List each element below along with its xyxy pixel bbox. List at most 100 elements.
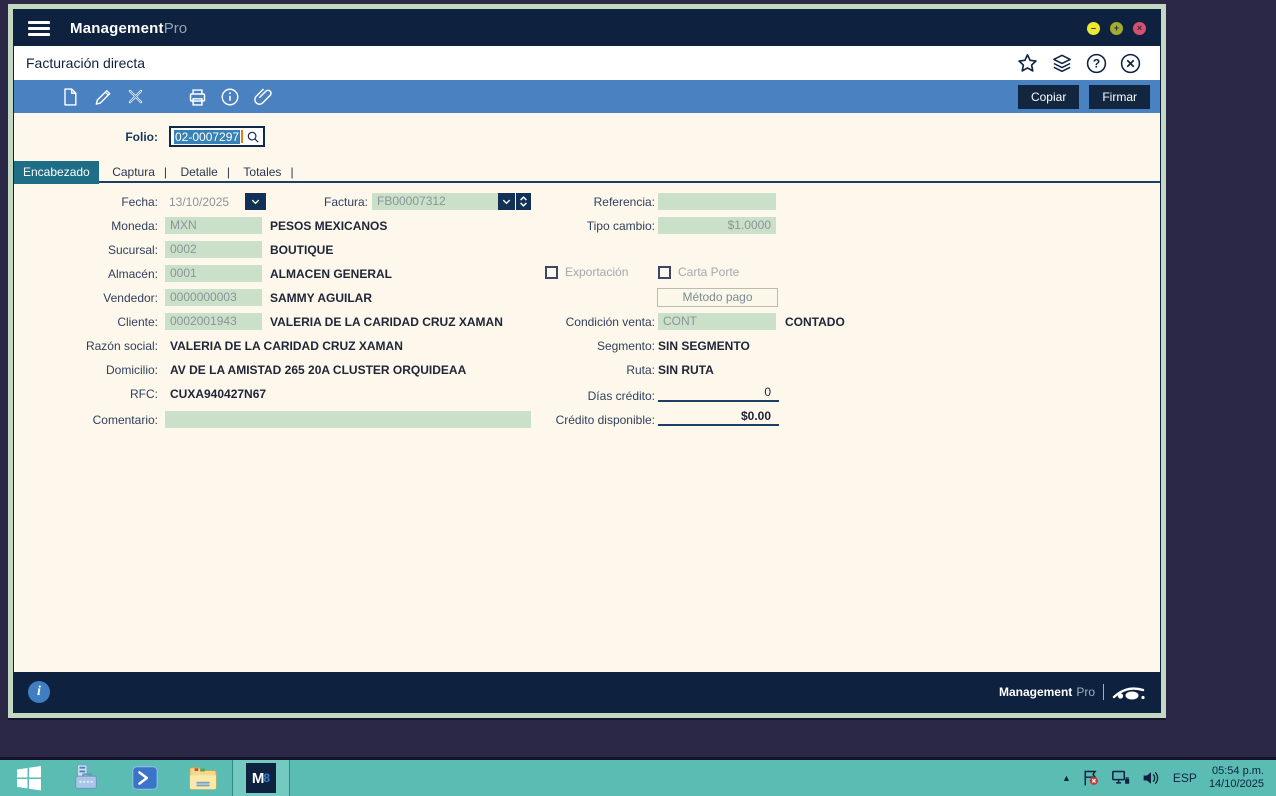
cliente-field[interactable]: 0002001943	[165, 313, 262, 330]
brand-name-bold: Management	[70, 19, 164, 37]
toolbar: Copiar Firmar	[14, 80, 1160, 113]
tab-separator: |	[290, 165, 294, 179]
tab-detalle[interactable]: Detalle	[171, 161, 226, 184]
tab-separator: |	[163, 165, 168, 179]
razon-social-label: Razón social:	[85, 339, 158, 353]
vendedor-desc: SAMMY AGUILAR	[270, 291, 372, 305]
segmento-label: Segmento:	[596, 339, 655, 353]
hidden-icons-arrow[interactable]: ▲	[1062, 773, 1071, 783]
footer-logo-icon	[1112, 686, 1145, 699]
almacen-field[interactable]: 0001	[165, 265, 262, 282]
new-document-icon[interactable]	[60, 87, 80, 107]
condicion-venta-desc: CONTADO	[785, 315, 845, 329]
vendedor-field[interactable]: 0000000003	[165, 289, 262, 306]
cliente-label: Cliente:	[117, 315, 158, 329]
text-caret	[241, 130, 244, 143]
domicilio-label: Domicilio:	[105, 363, 158, 377]
carta-porte-label: Carta Porte	[678, 265, 740, 279]
favorite-star-icon[interactable]	[1016, 52, 1039, 75]
fecha-dropdown-button[interactable]	[245, 193, 266, 210]
tab-totales[interactable]: Totales	[234, 161, 290, 184]
fecha-label: Fecha:	[121, 195, 158, 209]
volume-icon[interactable]	[1141, 769, 1161, 787]
help-icon[interactable]: ?	[1085, 52, 1108, 75]
menu-icon[interactable]	[28, 18, 50, 39]
vendedor-label: Vendedor:	[103, 291, 158, 305]
ruta-label: Ruta:	[626, 363, 655, 377]
sucursal-field[interactable]: 0002	[165, 241, 262, 258]
network-icon[interactable]	[1111, 769, 1131, 787]
factura-label: Factura:	[323, 195, 368, 209]
condicion-venta-field[interactable]: CONT	[658, 313, 776, 330]
search-icon[interactable]	[246, 130, 260, 144]
form-area: Folio: 02-0007297 Encabezado Captura | De…	[14, 113, 1160, 672]
close-window-button[interactable]: ×	[1133, 21, 1146, 35]
sucursal-label: Sucursal:	[107, 243, 158, 257]
factura-field[interactable]: FB00007312	[372, 193, 498, 210]
tab-captura[interactable]: Captura	[103, 161, 164, 184]
dias-credito-value: 0	[658, 385, 779, 402]
comentario-field[interactable]	[165, 411, 531, 428]
sucursal-desc: BOUTIQUE	[270, 243, 334, 257]
copiar-button[interactable]: Copiar	[1017, 84, 1080, 109]
layers-icon[interactable]	[1050, 52, 1074, 75]
app-window: Management Pro – + × Facturación directa …	[8, 4, 1166, 720]
domicilio-value: AV DE LA AMISTAD 265 20A CLUSTER ORQUIDE…	[170, 363, 467, 377]
almacen-desc: ALMACEN GENERAL	[270, 267, 392, 281]
folio-value: 02-0007297	[174, 129, 241, 144]
credito-disponible-value: $0.00	[658, 409, 779, 426]
edit-pencil-icon[interactable]	[93, 87, 113, 107]
moneda-field[interactable]: MXN	[165, 217, 262, 234]
svg-text:?: ?	[1093, 56, 1100, 70]
brand-name-light: Pro	[163, 19, 188, 37]
tipo-cambio-label: Tipo cambio:	[586, 219, 655, 233]
tab-separator: |	[226, 165, 230, 179]
footer-brand-bold: Management	[998, 685, 1073, 699]
attachment-paperclip-icon[interactable]	[253, 87, 273, 107]
tab-encabezado[interactable]: Encabezado	[14, 161, 99, 184]
exportacion-checkbox[interactable]: Exportación	[545, 265, 628, 279]
referencia-field[interactable]	[658, 193, 776, 210]
almacen-label: Almacén:	[107, 267, 158, 281]
dias-credito-label: Días crédito:	[587, 389, 655, 403]
metodo-pago-button[interactable]: Método pago	[657, 288, 778, 307]
powershell-button[interactable]	[116, 760, 174, 796]
footer-brand-light: Pro	[1076, 685, 1095, 699]
footer-brand-divider	[1103, 684, 1104, 700]
minimize-button[interactable]: –	[1087, 21, 1100, 35]
managementpro-taskbar-button[interactable]: M8	[232, 760, 290, 796]
folio-search-field[interactable]: 02-0007297	[169, 126, 265, 147]
fecha-value[interactable]: 13/10/2025	[169, 195, 229, 209]
delete-x-icon[interactable]	[126, 87, 146, 107]
segmento-value: SIN SEGMENTO	[658, 339, 750, 353]
server-manager-icon	[75, 764, 97, 789]
maximize-button[interactable]: +	[1110, 21, 1123, 35]
credito-disponible-label: Crédito disponible:	[555, 413, 655, 427]
server-manager-button[interactable]	[58, 760, 116, 796]
tipo-cambio-field[interactable]: $1.0000	[658, 217, 776, 234]
page-header: Facturación directa ?	[14, 46, 1160, 80]
info-icon[interactable]	[220, 87, 240, 107]
language-indicator[interactable]: ESP	[1171, 771, 1199, 785]
tab-strip: Encabezado Captura | Detalle | Totales |	[14, 161, 1160, 184]
referencia-label: Referencia:	[593, 195, 655, 209]
system-tray: ▲ ESP 05:54 p.m. 14/10/2025	[1062, 760, 1276, 796]
footer-info-icon[interactable]: i	[28, 681, 50, 703]
carta-porte-checkbox[interactable]: Carta Porte	[658, 265, 739, 279]
folio-label: Folio:	[125, 130, 158, 144]
close-page-icon[interactable]	[1119, 52, 1142, 75]
powershell-icon	[132, 766, 158, 790]
firmar-button[interactable]: Firmar	[1089, 84, 1150, 109]
comentario-label: Comentario:	[92, 413, 158, 427]
page-title: Facturación directa	[26, 55, 146, 71]
start-button[interactable]	[0, 760, 58, 796]
action-center-flag-icon[interactable]	[1081, 769, 1101, 787]
print-icon[interactable]	[187, 87, 207, 107]
clock[interactable]: 05:54 p.m. 14/10/2025	[1209, 765, 1268, 791]
checkbox-box[interactable]	[658, 265, 671, 279]
checkbox-box[interactable]	[545, 265, 558, 279]
file-explorer-button[interactable]	[174, 760, 232, 796]
moneda-desc: PESOS MEXICANOS	[270, 219, 388, 233]
taskbar: M8 ▲ ESP 05:54 p.m. 14/10/2025	[0, 757, 1276, 796]
moneda-label: Moneda:	[111, 219, 158, 233]
